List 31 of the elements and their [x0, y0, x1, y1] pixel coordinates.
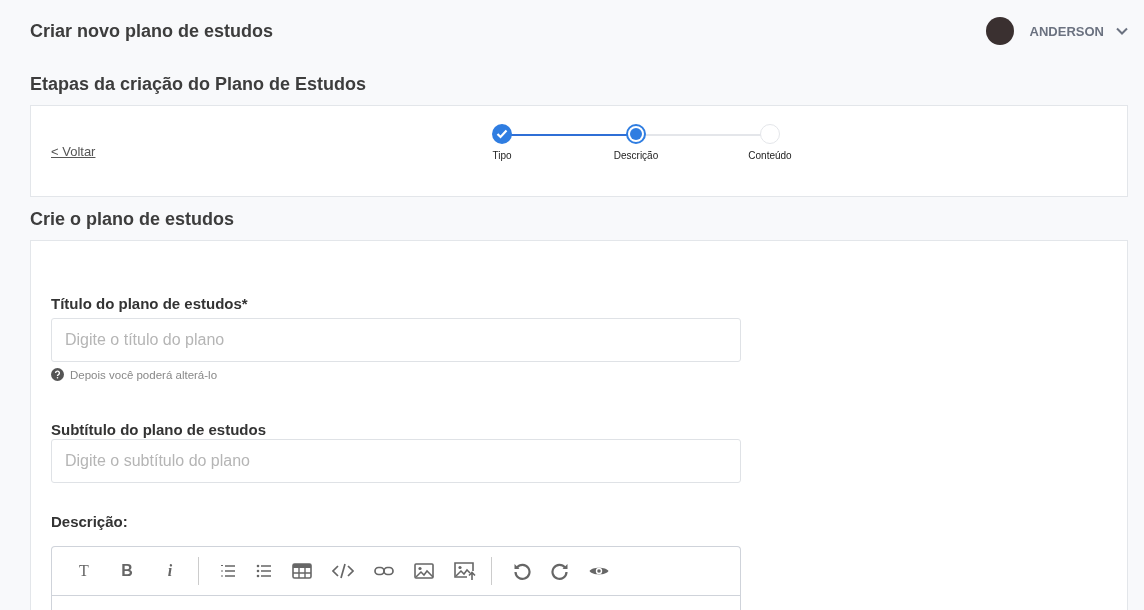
step-label: Conteúdo: [748, 150, 792, 161]
table-icon[interactable]: [292, 563, 312, 579]
back-link[interactable]: < Voltar: [51, 143, 96, 159]
user-name[interactable]: ANDERSON: [1029, 23, 1104, 39]
step-label: Tipo: [492, 150, 512, 161]
title-input[interactable]: Digite o título do plano: [51, 318, 741, 362]
section-title: Etapas da criação do Plano de Estudos: [30, 73, 368, 96]
image-upload-icon[interactable]: [454, 562, 476, 580]
eye-icon[interactable]: [589, 565, 609, 577]
section-title: Crie o plano de estudos: [30, 208, 236, 231]
field-label: Subtítulo do plano de estudos: [51, 421, 267, 438]
undo-icon[interactable]: [513, 562, 531, 580]
code-icon[interactable]: [332, 563, 354, 579]
field-label: Título do plano de estudos*: [51, 295, 249, 312]
format-button[interactable]: B: [109, 556, 145, 586]
bullet-list-icon[interactable]: [256, 564, 272, 578]
field-label: Descrição:: [51, 513, 129, 530]
image-icon[interactable]: [414, 563, 434, 579]
redo-icon[interactable]: [551, 562, 569, 580]
chevron-down-icon[interactable]: [1116, 27, 1128, 35]
page-title: Criar novo plano de estudos: [30, 20, 274, 42]
link-icon[interactable]: [374, 566, 394, 576]
format-button[interactable]: T: [66, 556, 102, 586]
hint-text: Depois você poderá alterá-lo: [70, 368, 218, 381]
help-icon: [51, 368, 64, 381]
subtitle-input[interactable]: Digite o subtítulo do plano: [51, 439, 741, 483]
step-label: Descrição: [613, 150, 659, 161]
rich-text-editor[interactable]: T B i: [51, 546, 741, 610]
numbered-list-icon[interactable]: [220, 564, 236, 578]
format-button[interactable]: i: [152, 556, 188, 586]
avatar[interactable]: [985, 17, 1014, 45]
